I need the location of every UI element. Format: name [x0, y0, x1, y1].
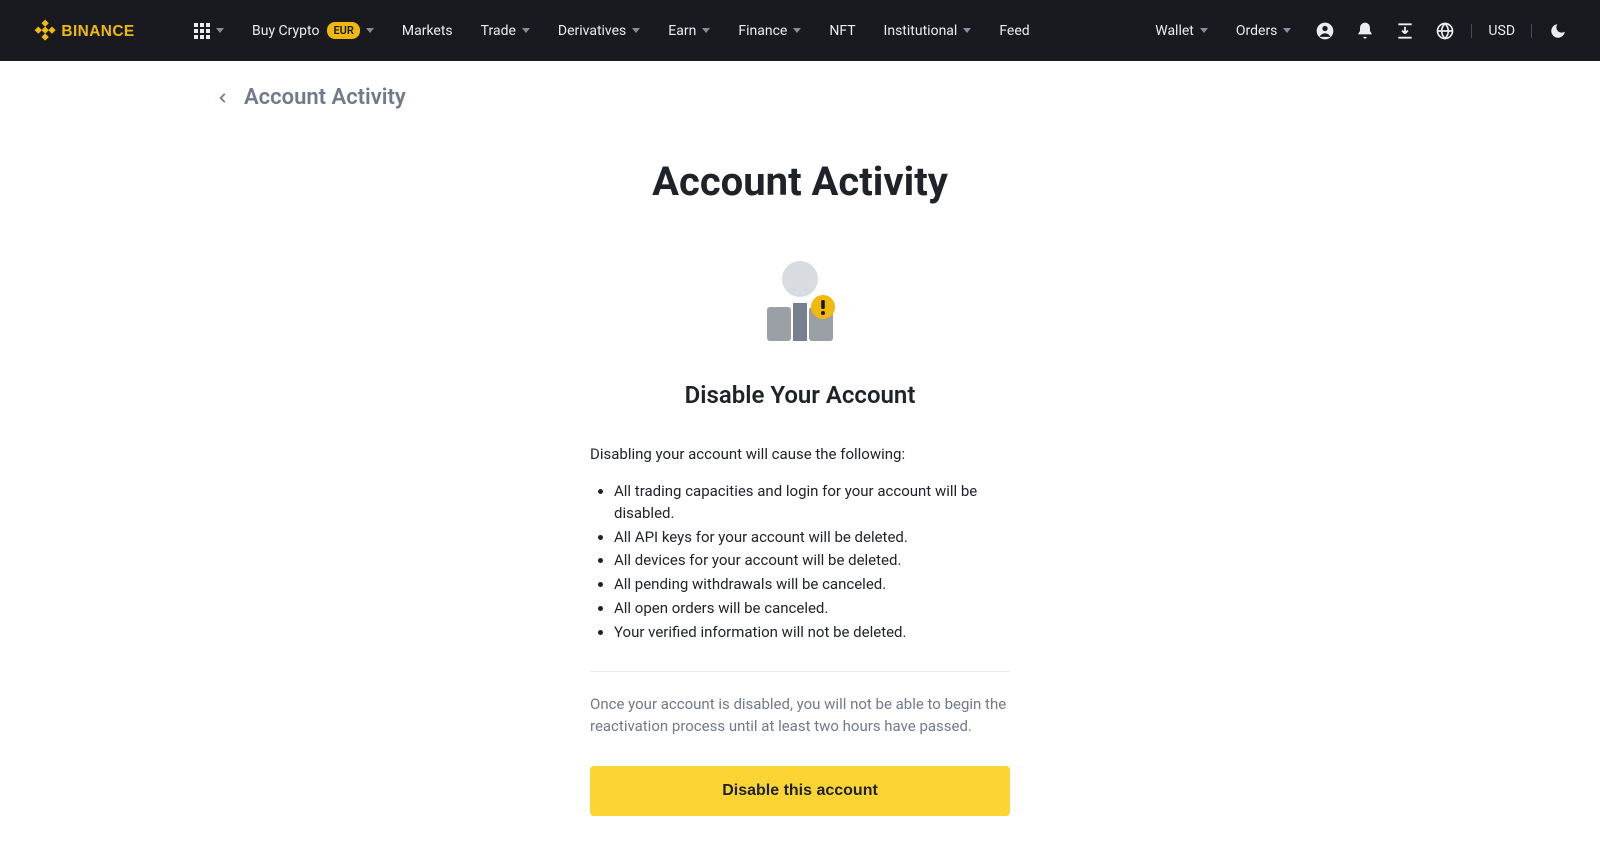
nav-label: Institutional [884, 23, 958, 39]
nav-markets[interactable]: Markets [390, 0, 465, 61]
brand-text: BINANCE [61, 23, 134, 40]
list-item: All open orders will be canceled. [614, 598, 1010, 620]
chevron-down-icon [366, 28, 374, 33]
nav-nft[interactable]: NFT [817, 0, 867, 61]
bell-icon[interactable] [1347, 13, 1383, 49]
chevron-down-icon [1283, 28, 1291, 33]
chevron-down-icon [793, 28, 801, 33]
main-content: Account Activity Disable Your Account Di… [320, 110, 1280, 856]
nav-wallet[interactable]: Wallet [1143, 0, 1220, 61]
nav-right: Wallet Orders USD [1143, 0, 1576, 61]
disable-account-button[interactable]: Disable this account [590, 766, 1010, 816]
nav-buy-crypto[interactable]: Buy Crypto EUR [240, 0, 386, 61]
account-icon[interactable] [1307, 13, 1343, 49]
list-item: All pending withdrawals will be canceled… [614, 574, 1010, 596]
nav-label: Feed [999, 23, 1029, 39]
back-chevron-icon[interactable] [216, 91, 230, 105]
list-item: Your verified information will not be de… [614, 622, 1010, 644]
chevron-down-icon [216, 28, 224, 33]
breadcrumb-row: Account Activity [200, 61, 1400, 110]
eur-badge: EUR [327, 22, 359, 39]
page-title: Account Activity [336, 158, 1264, 205]
chevron-down-icon [1200, 28, 1208, 33]
nav-institutional[interactable]: Institutional [872, 0, 984, 61]
divider [1471, 24, 1472, 38]
nav-finance[interactable]: Finance [726, 0, 813, 61]
nav-label: Buy Crypto [252, 23, 319, 39]
top-header: BINANCE Buy Crypto EUR Markets Trade Der… [0, 0, 1600, 61]
section-title: Disable Your Account [336, 381, 1264, 409]
disable-account-illustration [755, 261, 845, 341]
nav-trade[interactable]: Trade [469, 0, 542, 61]
list-item: All devices for your account will be del… [614, 550, 1010, 572]
nav-earn[interactable]: Earn [656, 0, 722, 61]
list-item: All trading capacities and login for you… [614, 481, 1010, 525]
consequences-list: All trading capacities and login for you… [590, 481, 1010, 643]
nav-label: Derivatives [558, 23, 626, 39]
nav-feed[interactable]: Feed [987, 0, 1041, 61]
currency-selector[interactable]: USD [1480, 23, 1523, 39]
disable-content: Disabling your account will cause the fo… [590, 445, 1010, 816]
chevron-down-icon [963, 28, 971, 33]
nav-derivatives[interactable]: Derivatives [546, 0, 652, 61]
divider [590, 671, 1010, 672]
note-text: Once your account is disabled, you will … [590, 694, 1010, 738]
list-item: All API keys for your account will be de… [614, 527, 1010, 549]
nav-label: Wallet [1155, 23, 1194, 39]
nav-label: Earn [668, 23, 696, 39]
brand-logo[interactable]: BINANCE [24, 19, 164, 43]
nav-label: NFT [829, 23, 855, 39]
nav-apps[interactable] [182, 0, 236, 61]
nav-orders[interactable]: Orders [1224, 0, 1304, 61]
nav-label: Markets [402, 23, 453, 39]
chevron-down-icon [522, 28, 530, 33]
apps-grid-icon [194, 23, 210, 39]
divider [1531, 24, 1532, 38]
download-icon[interactable] [1387, 13, 1423, 49]
nav-label: Orders [1236, 23, 1278, 39]
nav-label: Finance [738, 23, 787, 39]
nav-label: Trade [481, 23, 516, 39]
chevron-down-icon [632, 28, 640, 33]
chevron-down-icon [702, 28, 710, 33]
theme-toggle-icon[interactable] [1540, 13, 1576, 49]
intro-text: Disabling your account will cause the fo… [590, 445, 1010, 463]
breadcrumb-title: Account Activity [244, 85, 406, 110]
nav-left: Buy Crypto EUR Markets Trade Derivatives… [182, 0, 1143, 61]
globe-icon[interactable] [1427, 13, 1463, 49]
